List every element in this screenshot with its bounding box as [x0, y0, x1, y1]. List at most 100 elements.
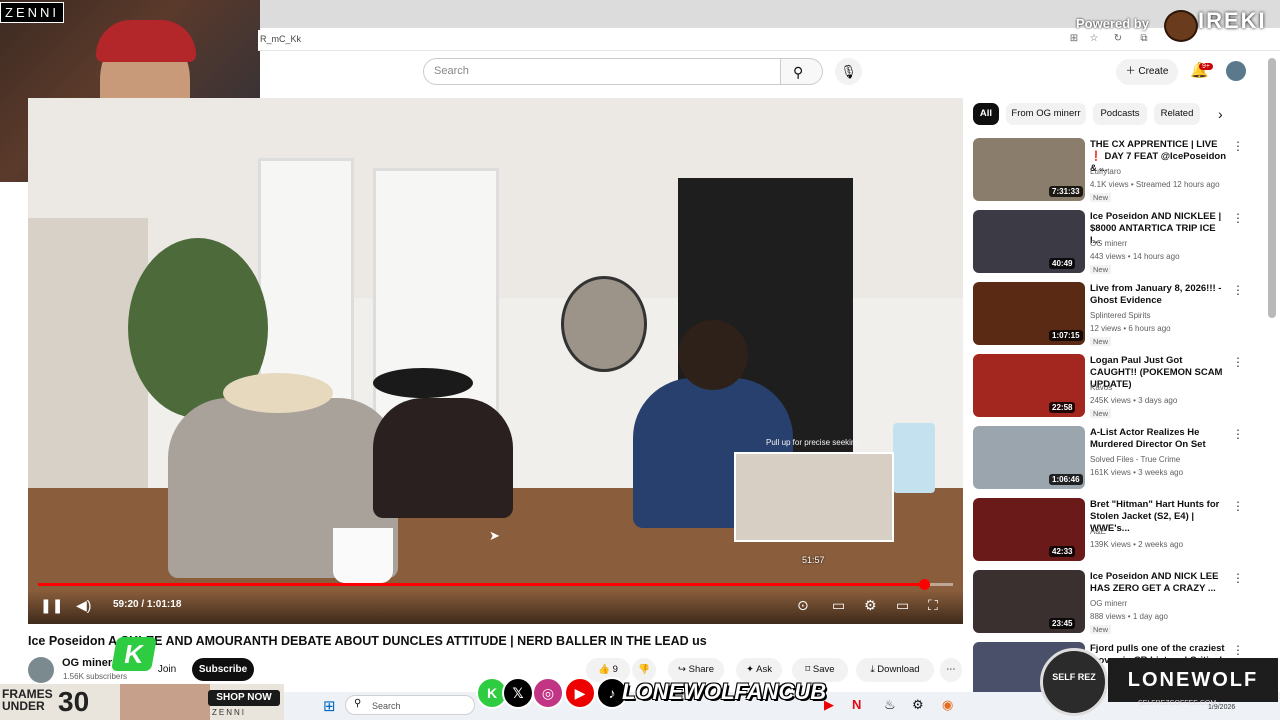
- account-avatar[interactable]: [1226, 61, 1246, 81]
- rec-new-badge: New: [1090, 625, 1112, 634]
- ad-text: FRAMES UNDER: [2, 688, 53, 712]
- bookmark-icon: ⌑: [805, 664, 813, 675]
- kick-logo: K: [111, 637, 157, 671]
- chip-from-channel[interactable]: From OG minerr: [1006, 103, 1086, 125]
- streamer-hat: [96, 20, 196, 62]
- rec-title[interactable]: Bret "Hitman" Hart Hunts for Stolen Jack…: [1090, 499, 1226, 535]
- autoplay-toggle[interactable]: ⊙: [797, 597, 809, 614]
- rec-meta: 888 views • 1 day ago: [1090, 612, 1168, 621]
- rec-new-badge: New: [1090, 265, 1112, 274]
- chip-related[interactable]: Related: [1154, 103, 1200, 125]
- powered-by-label: Powered by: [1076, 16, 1149, 31]
- rec-channel[interactable]: OG minerr: [1090, 239, 1127, 248]
- download-button[interactable]: ⤓ Download: [856, 658, 934, 682]
- more-vert-icon[interactable]: ⋮: [1232, 283, 1244, 297]
- taskbar-search[interactable]: Search: [345, 695, 475, 715]
- search-icon: ⚲: [793, 64, 804, 80]
- ad-number: 30: [58, 686, 90, 717]
- cowboy-hat-black: [373, 368, 473, 398]
- rec-title[interactable]: Ice Poseidon AND NICK LEE HAS ZERO GET A…: [1090, 571, 1226, 595]
- join-button[interactable]: Join: [150, 659, 184, 681]
- browser-taskbar-icon[interactable]: ◉: [942, 697, 953, 713]
- gear-icon[interactable]: ⚙: [864, 597, 877, 614]
- rec-title[interactable]: Live from January 8, 2026!!! - Ghost Evi…: [1090, 283, 1226, 307]
- refresh-icon[interactable]: ↻: [1112, 33, 1124, 45]
- time-display: 59:20 / 1:01:18: [113, 599, 182, 610]
- chip-all[interactable]: All: [973, 103, 999, 125]
- video-player[interactable]: [28, 98, 963, 624]
- seek-preview-thumbnail: [734, 452, 894, 542]
- captions-icon[interactable]: ▭: [832, 597, 845, 614]
- address-bar[interactable]: [258, 30, 1280, 51]
- page-scrollbar[interactable]: [1268, 58, 1276, 318]
- more-actions-button[interactable]: ⋯: [940, 658, 962, 682]
- progress-fill: [38, 583, 924, 586]
- more-vert-icon[interactable]: ⋮: [1232, 211, 1244, 225]
- rec-channel[interactable]: OG minerr: [1090, 599, 1127, 608]
- social-handle: LONEWOLFANCUB: [622, 679, 827, 704]
- netflix-taskbar-icon[interactable]: N: [852, 697, 861, 712]
- subscribe-button[interactable]: Subscribe: [192, 658, 254, 681]
- channel-name[interactable]: OG minerr: [62, 657, 116, 669]
- like-count: 9: [612, 664, 618, 675]
- rec-duration: 40:49: [1049, 258, 1076, 269]
- share-icon: ↪: [678, 664, 689, 675]
- rec-channel[interactable]: Kavos: [1090, 383, 1112, 392]
- ad-line2: UNDER: [2, 699, 45, 713]
- mic-icon[interactable]: 🎙: [835, 58, 862, 85]
- rec-channel[interactable]: Splintered Spirits: [1090, 311, 1150, 320]
- rec-new-badge: New: [1090, 409, 1112, 418]
- rec-meta: 245K views • 3 days ago: [1090, 396, 1178, 405]
- plus-icon: ＋: [1125, 66, 1139, 77]
- create-button[interactable]: ＋ Create: [1116, 59, 1178, 85]
- more-vert-icon[interactable]: ⋮: [1232, 571, 1244, 585]
- rec-meta: 139K views • 2 weeks ago: [1090, 540, 1184, 549]
- bookmark-star-icon[interactable]: ☆: [1088, 33, 1100, 45]
- fullscreen-icon[interactable]: ⛶: [928, 597, 938, 614]
- rec-duration: 23:45: [1049, 618, 1076, 629]
- self-rez-url: SELFREZCOFFEE.COM: [1138, 700, 1217, 707]
- ad-shop-now: SHOP NOW: [208, 690, 280, 706]
- url-text[interactable]: R_mC_Kk: [260, 34, 301, 44]
- white-mug: [333, 528, 393, 583]
- taskbar-search-icon: ⚲: [354, 698, 362, 709]
- theater-mode-icon[interactable]: ▭: [896, 597, 909, 614]
- subscriber-count: 1.56K subscribers: [63, 672, 128, 681]
- install-icon[interactable]: ⊞: [1068, 33, 1080, 45]
- mouse-cursor-icon: ➤: [489, 528, 500, 543]
- rec-channel[interactable]: Solved Files - True Crime: [1090, 455, 1180, 464]
- pause-icon[interactable]: ❚❚: [40, 597, 63, 614]
- more-vert-icon[interactable]: ⋮: [1232, 355, 1244, 369]
- rec-meta: 443 views • 14 hours ago: [1090, 252, 1180, 261]
- download-label: Download: [877, 664, 920, 675]
- search-button[interactable]: ⚲: [781, 58, 823, 85]
- chip-podcasts[interactable]: Podcasts: [1093, 103, 1147, 125]
- chevron-right-icon[interactable]: ›: [1218, 106, 1223, 122]
- extensions-icon[interactable]: ⧉: [1138, 33, 1150, 45]
- more-vert-icon[interactable]: ⋮: [1232, 139, 1244, 153]
- thumbs-up-icon: 👍: [598, 664, 613, 675]
- rec-meta: 12 views • 6 hours ago: [1090, 324, 1171, 333]
- rec-new-badge: New: [1090, 337, 1112, 346]
- round-mirror: [561, 276, 647, 372]
- more-vert-icon[interactable]: ⋮: [1232, 643, 1244, 657]
- app-taskbar-icon[interactable]: ♨: [884, 697, 896, 713]
- drink-cup: [893, 423, 935, 493]
- more-vert-icon[interactable]: ⋮: [1232, 499, 1244, 513]
- rec-title[interactable]: A-List Actor Realizes He Murdered Direct…: [1090, 427, 1226, 451]
- zenni-tag: ZENNI: [0, 2, 64, 23]
- person-right-hair: [678, 320, 748, 390]
- ad-model-photo: [120, 684, 210, 720]
- rec-channel[interactable]: Luffytaro: [1090, 167, 1121, 176]
- rec-channel[interactable]: A&E: [1090, 527, 1106, 536]
- ad-brand: ZENNI: [212, 708, 246, 717]
- channel-avatar[interactable]: [28, 657, 54, 683]
- more-vert-icon[interactable]: ⋮: [1232, 427, 1244, 441]
- scrubber-handle[interactable]: [918, 579, 930, 590]
- volume-icon[interactable]: ◀): [76, 597, 91, 614]
- create-label: Create: [1138, 66, 1169, 77]
- self-rez-logo: SELF REZ: [1040, 648, 1108, 716]
- windows-start-icon[interactable]: ⊞: [323, 697, 336, 715]
- search-input[interactable]: [423, 58, 781, 85]
- steam-taskbar-icon[interactable]: ⚙: [912, 697, 924, 713]
